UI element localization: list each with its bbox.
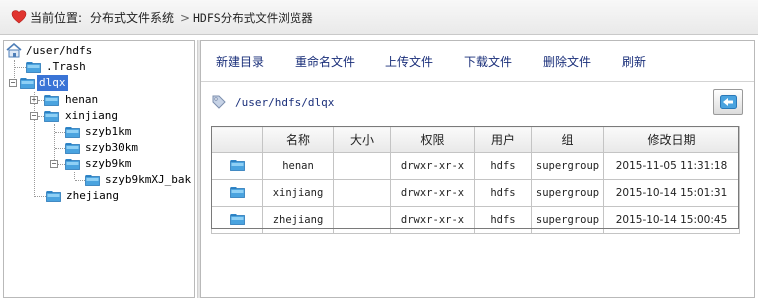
arrow-left-icon <box>720 95 737 109</box>
folder-icon <box>65 159 80 170</box>
cell-size <box>333 152 391 180</box>
rename-file-button[interactable]: 重命名文件 <box>295 53 355 70</box>
cell-modified-date: 2015-11-05 11:31:18 <box>603 152 740 180</box>
tree-node-label: /user/hdfs <box>26 44 93 57</box>
heart-icon <box>11 10 27 24</box>
cell-permission: drwxr-xr-x <box>390 152 475 180</box>
folder-icon <box>26 62 41 73</box>
tree-node-henan[interactable]: + henan <box>30 92 150 108</box>
folder-icon <box>229 186 245 198</box>
back-button[interactable] <box>713 89 743 115</box>
folder-icon <box>85 175 100 186</box>
tree-node-szyb9km[interactable]: − szyb9km <box>50 156 170 172</box>
folder-tree: /user/hdfs .Trash − dlqx + henan − xinji… <box>4 41 194 297</box>
cell-permission: drwxr-xr-x <box>390 179 475 207</box>
column-header-size[interactable]: 大小 <box>333 126 391 153</box>
folder-tree-panel: /user/hdfs .Trash − dlqx + henan − xinji… <box>3 40 195 298</box>
cell-name[interactable]: xinjiang <box>262 179 334 207</box>
column-header-group[interactable]: 组 <box>531 126 604 153</box>
row-icon-cell <box>211 206 263 234</box>
new-folder-button[interactable]: 新建目录 <box>216 53 264 70</box>
breadcrumb-item-dfs[interactable]: 分布式文件系统 <box>90 10 174 26</box>
tree-node-trash[interactable]: .Trash <box>26 59 146 75</box>
tree-node-zhejiang[interactable]: zhejiang <box>46 188 166 204</box>
collapse-toggle-icon[interactable]: − <box>30 112 38 120</box>
home-icon <box>6 43 22 58</box>
breadcrumb-separator: > <box>180 11 191 25</box>
cell-modified-date: 2015-10-14 15:01:31 <box>603 179 740 207</box>
file-browser-panel: 新建目录 重命名文件 上传文件 下载文件 删除文件 刷新 /user/hdfs/… <box>200 40 755 298</box>
folder-icon <box>20 78 35 89</box>
tree-node-label: henan <box>65 93 99 106</box>
toolbar: 新建目录 重命名文件 上传文件 下载文件 删除文件 刷新 <box>201 41 754 82</box>
refresh-button[interactable]: 刷新 <box>622 53 646 70</box>
table-row[interactable]: xinjiang drwxr-xr-x hdfs supergroup 2015… <box>211 179 740 207</box>
folder-icon <box>44 95 59 106</box>
expand-toggle-icon[interactable]: + <box>30 96 38 104</box>
folder-icon <box>46 191 61 202</box>
cell-modified-date: 2015-10-14 15:00:45 <box>603 206 740 234</box>
cell-name[interactable]: zhejiang <box>262 206 334 234</box>
column-header-user[interactable]: 用户 <box>474 126 532 153</box>
breadcrumb-lead: 当前位置: <box>30 11 83 25</box>
cell-size <box>333 179 391 207</box>
download-file-button[interactable]: 下载文件 <box>464 53 512 70</box>
tree-node-szyb30km[interactable]: szyb30km <box>65 140 185 156</box>
tree-node-label: xinjiang <box>65 109 118 122</box>
tree-node-szyb9kmxj-bak[interactable]: szyb9kmXJ_bak <box>85 172 193 188</box>
column-header-modified-date[interactable]: 修改日期 <box>603 126 740 153</box>
cell-permission: drwxr-xr-x <box>390 206 475 234</box>
tree-node-label: dlqx <box>37 75 68 91</box>
table-header-row: 名称 大小 权限 用户 组 修改日期 <box>211 126 740 153</box>
current-path-row: /user/hdfs/dlqx <box>201 83 754 123</box>
tree-node-label: szyb9kmXJ_bak <box>105 173 192 186</box>
tag-icon <box>212 95 226 109</box>
cell-name[interactable]: henan <box>262 152 334 180</box>
column-header-permission[interactable]: 权限 <box>390 126 475 153</box>
file-table: 名称 大小 权限 用户 组 修改日期 henan drwxr-xr-x hdfs… <box>211 126 740 234</box>
cell-group: supergroup <box>531 152 604 180</box>
tree-node-xinjiang[interactable]: − xinjiang <box>30 108 150 124</box>
tree-node-label: zhejiang <box>66 189 119 202</box>
tree-node-dlqx[interactable]: − dlqx <box>9 75 129 91</box>
tree-node-szyb1km[interactable]: szyb1km <box>65 124 185 140</box>
table-row[interactable]: zhejiang drwxr-xr-x hdfs supergroup 2015… <box>211 206 740 234</box>
collapse-toggle-icon[interactable]: − <box>50 160 58 168</box>
column-header-icon[interactable] <box>211 126 263 153</box>
tree-node-root[interactable]: /user/hdfs <box>6 43 186 59</box>
folder-icon <box>229 159 245 171</box>
breadcrumb-item-browser[interactable]: HDFS分布式文件浏览器 <box>193 10 313 26</box>
breadcrumb-bar: 当前位置: 分布式文件系统 > HDFS分布式文件浏览器 <box>0 0 758 35</box>
cell-group: supergroup <box>531 206 604 234</box>
row-icon-cell <box>211 152 263 180</box>
folder-icon <box>229 213 245 225</box>
current-path: /user/hdfs/dlqx <box>235 96 335 109</box>
tree-node-label: szyb30km <box>85 141 138 154</box>
row-icon-cell <box>211 179 263 207</box>
tree-node-label: szyb1km <box>85 125 132 138</box>
cell-size <box>333 206 391 234</box>
upload-file-button[interactable]: 上传文件 <box>385 53 433 70</box>
collapse-toggle-icon[interactable]: − <box>9 79 17 87</box>
cell-user: hdfs <box>474 179 532 207</box>
table-row[interactable]: henan drwxr-xr-x hdfs supergroup 2015-11… <box>211 152 740 180</box>
tree-node-label: .Trash <box>46 60 86 73</box>
cell-user: hdfs <box>474 206 532 234</box>
column-header-name[interactable]: 名称 <box>262 126 334 153</box>
cell-user: hdfs <box>474 152 532 180</box>
tree-node-label: szyb9km <box>85 157 132 170</box>
folder-icon <box>65 143 80 154</box>
cell-group: supergroup <box>531 179 604 207</box>
folder-icon <box>44 111 59 122</box>
delete-file-button[interactable]: 删除文件 <box>543 53 591 70</box>
folder-icon <box>65 127 80 138</box>
